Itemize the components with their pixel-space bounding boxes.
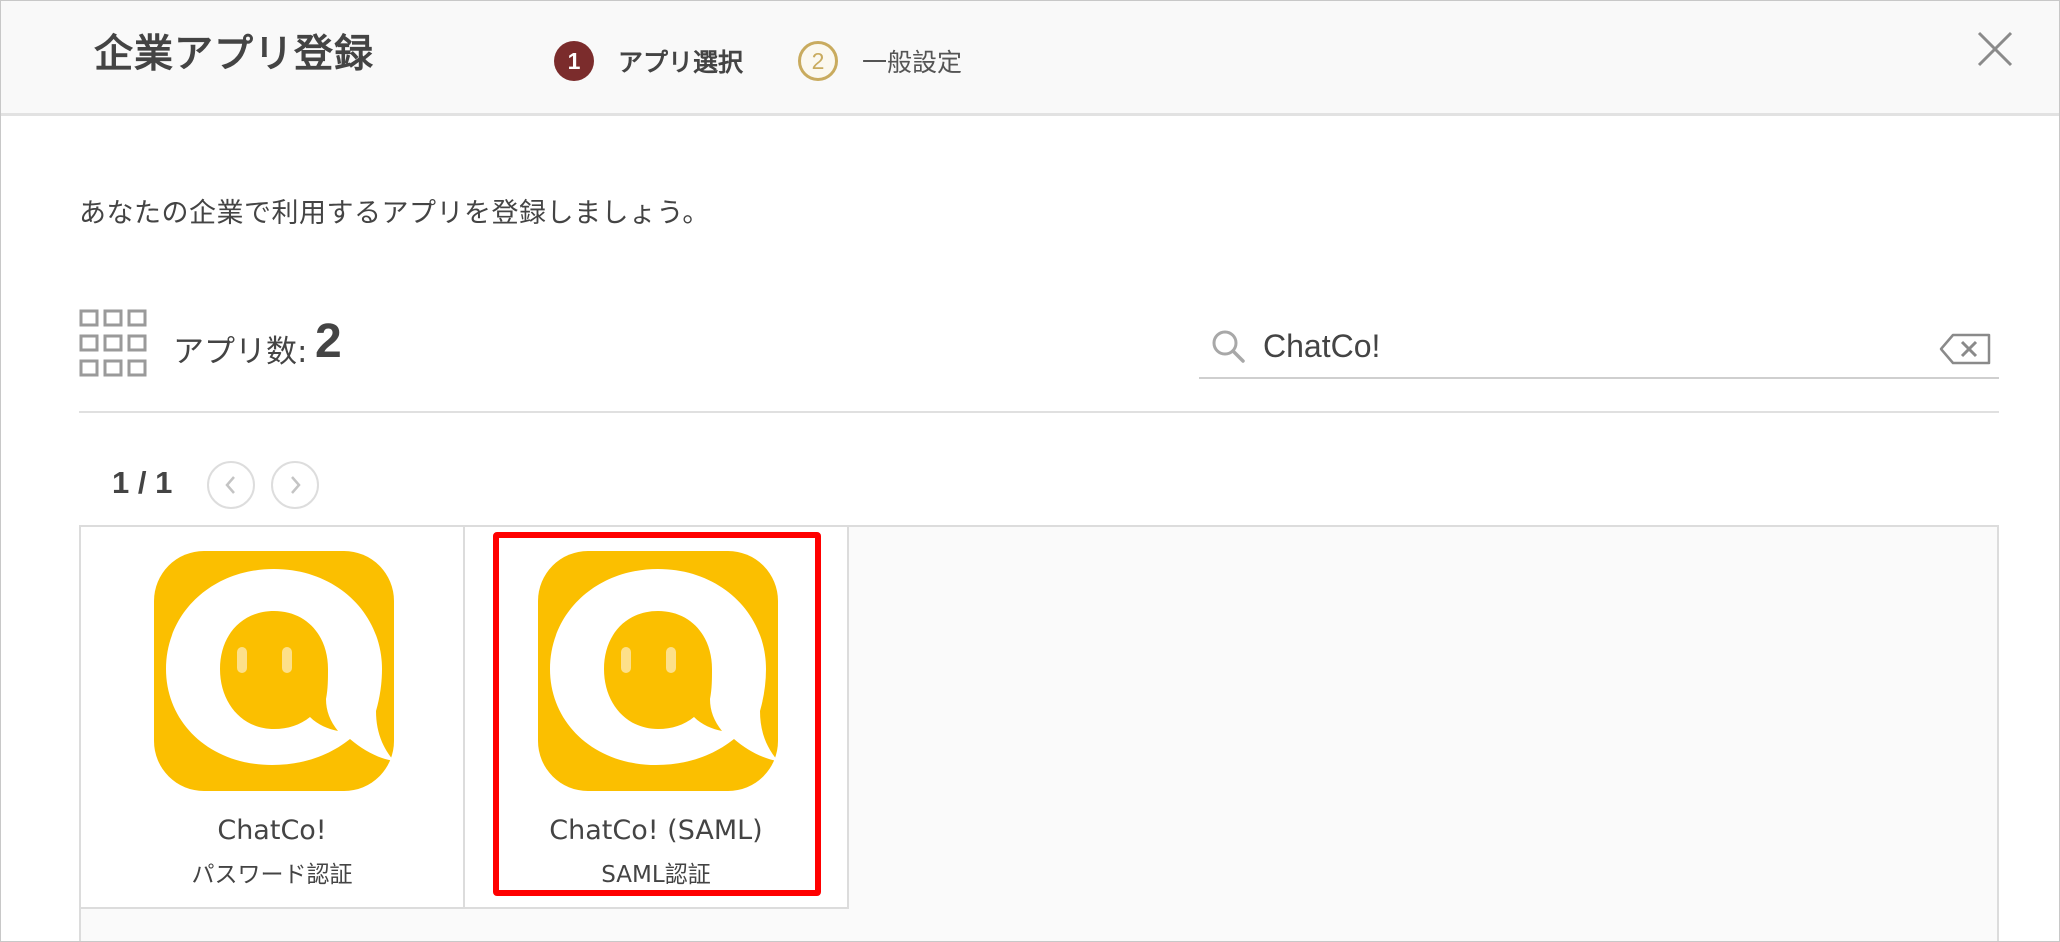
previous-page-button[interactable] (207, 461, 255, 509)
app-auth-type: SAML認証 (601, 862, 711, 888)
chevron-right-icon (291, 476, 301, 494)
section-divider (79, 411, 1999, 413)
app-registration-dialog: 企業アプリ登録 1 アプリ選択 2 一般設定 あなたの企業で利用するアプリを登録… (0, 0, 2060, 942)
search-input[interactable] (1263, 323, 1883, 369)
step-number-2: 2 (798, 41, 838, 81)
app-auth-type: パスワード認証 (191, 862, 353, 888)
chevron-left-icon (225, 476, 235, 494)
next-page-button[interactable] (271, 461, 319, 509)
app-name: ChatCo! (SAML) (549, 815, 763, 846)
search-box (1199, 321, 1999, 379)
app-count-value: 2 (315, 315, 342, 368)
clear-input-icon[interactable] (1939, 333, 1991, 365)
app-card-chatco-saml[interactable]: ChatCo! (SAML) SAML認証 (465, 527, 849, 909)
app-card-chatco[interactable]: ChatCo! パスワード認証 (81, 527, 465, 909)
search-icon (1212, 330, 1245, 363)
app-grid: ChatCo! パスワード認証 ChatCo! (SAML) SAML認証 (79, 525, 1999, 941)
dialog-title: 企業アプリ登録 (94, 32, 375, 77)
step-label-2: 一般設定 (862, 48, 963, 77)
close-icon (1977, 31, 2013, 67)
chatco-logo-icon (154, 551, 394, 791)
step-number-1: 1 (554, 41, 594, 81)
page-indicator: 1 / 1 (112, 465, 173, 500)
app-name: ChatCo! (217, 815, 327, 846)
grid-icon (79, 309, 147, 377)
step-general-settings: 2 一般設定 (798, 41, 962, 81)
step-label-1: アプリ選択 (618, 48, 744, 77)
step-app-selection: 1 アプリ選択 (554, 41, 743, 81)
dialog-header: 企業アプリ登録 1 アプリ選択 2 一般設定 (1, 1, 2059, 116)
chatco-logo-icon (538, 551, 778, 791)
app-count-label: アプリ数: (173, 334, 308, 370)
page-description: あなたの企業で利用するアプリを登録しましょう。 (79, 198, 710, 229)
close-button[interactable] (1975, 29, 2015, 69)
